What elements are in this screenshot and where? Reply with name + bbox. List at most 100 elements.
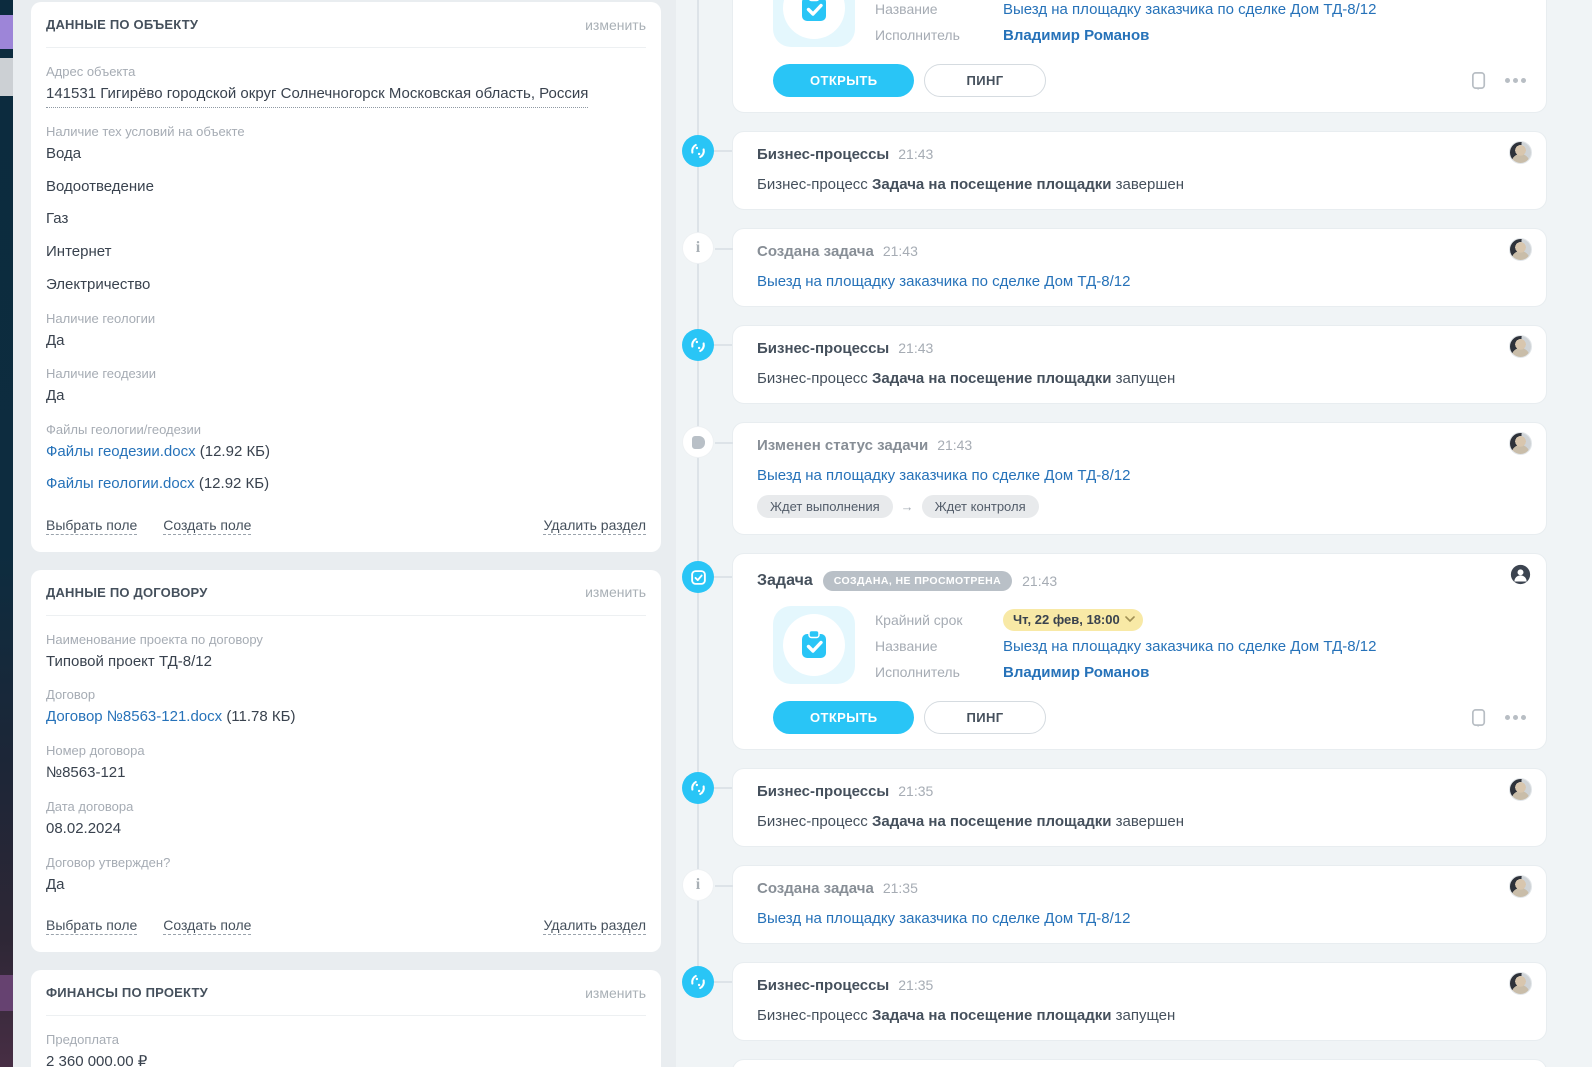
avatar-generic-person[interactable]	[1509, 563, 1532, 586]
entry-title: Задача	[757, 572, 813, 589]
ellipsis-icon[interactable]	[1505, 78, 1526, 83]
field-label: Название	[875, 638, 938, 654]
deadline-pill[interactable]: Чт, 22 фев, 18:00	[1003, 609, 1143, 631]
task-name-link[interactable]: Выезд на площадку заказчика по сделке До…	[1003, 1, 1376, 18]
edit-section-link[interactable]: изменить	[585, 985, 646, 1001]
assignee-link[interactable]: Владимир Романов	[1003, 27, 1149, 44]
section-title: ДАННЫЕ ПО ОБЪЕКТУ	[46, 17, 199, 32]
file-link[interactable]: Файлы геологии.docx	[46, 475, 195, 492]
create-field-link[interactable]: Создать поле	[163, 917, 252, 936]
timeline-entry-task: Задача ЗАВЕРШЕНА 21:35	[732, 1059, 1547, 1067]
entry-time: 21:43	[898, 340, 934, 356]
section-object-data: ДАННЫЕ ПО ОБЪЕКТУ изменить Адрес объекта…	[31, 2, 661, 552]
ellipsis-icon[interactable]	[1505, 715, 1526, 720]
select-field-link[interactable]: Выбрать поле	[46, 517, 138, 535]
field-value: 2 360 000.00 ₽	[46, 1053, 148, 1067]
task-big-icon	[773, 606, 855, 684]
field-value: №8563-121	[46, 764, 126, 781]
field-value: Интернет	[46, 243, 112, 260]
field-label: Наличие геологии	[46, 310, 156, 326]
field-value: Электричество	[46, 275, 151, 293]
entry-title: Изменен статус задачи	[757, 437, 929, 454]
entry-time: 21:43	[882, 243, 918, 259]
entry-body: Бизнес-процесс Задача на посещение площа…	[757, 176, 1185, 193]
file-row: Файлы геодезии.docx (12.92 КБ)	[46, 443, 646, 462]
nav-item-marker[interactable]	[0, 58, 13, 96]
timeline-entry-business-process: Бизнес-процессы 21:35 Бизнес-процесс Зад…	[682, 768, 1547, 847]
nav-item-active-marker[interactable]	[0, 15, 13, 49]
edit-section-link[interactable]: изменить	[585, 17, 646, 33]
field-label: Исполнитель	[875, 664, 960, 680]
file-link[interactable]: Файлы геодезии.docx	[46, 443, 196, 460]
timeline: Название Выезд на площадку заказчика по …	[682, 0, 1547, 1067]
collapsed-left-nav[interactable]	[0, 0, 13, 1067]
arrow-right-icon: →	[900, 499, 914, 514]
process-sync-icon	[682, 966, 732, 998]
field-label: Адрес объекта	[46, 64, 136, 79]
file-size: (12.92 КБ)	[199, 443, 271, 460]
person-icon	[1510, 564, 1531, 585]
task-name-link[interactable]: Выезд на площадку заказчика по сделке До…	[757, 910, 1130, 927]
section-contract-data: ДАННЫЕ ПО ДОГОВОРУ изменить Наименование…	[31, 569, 661, 953]
avatar[interactable]	[1509, 141, 1532, 164]
avatar[interactable]	[1509, 778, 1532, 801]
field-label: Договор	[46, 687, 96, 703]
entry-time: 21:43	[1022, 573, 1058, 589]
file-link[interactable]: Договор №8563-121.docx	[46, 708, 222, 725]
entry-time: 21:35	[882, 880, 918, 896]
ping-button[interactable]: ПИНГ	[924, 701, 1046, 734]
avatar[interactable]	[1509, 335, 1532, 358]
avatar[interactable]	[1509, 432, 1532, 455]
open-task-button[interactable]: ОТКРЫТЬ	[773, 701, 915, 734]
assignee-link[interactable]: Владимир Романов	[1003, 664, 1149, 681]
create-field-link[interactable]: Создать поле	[163, 517, 252, 535]
deal-details-panel: ДАННЫЕ ПО ОБЪЕКТУ изменить Адрес объекта…	[13, 0, 676, 1067]
delete-section-link[interactable]: Удалить раздел	[543, 517, 646, 535]
task-check-icon	[682, 561, 732, 593]
process-sync-icon	[682, 772, 732, 804]
timeline-entry-business-process: Бизнес-процессы 21:43 Бизнес-процесс Зад…	[682, 325, 1547, 404]
field-value: Газ	[46, 210, 69, 228]
entry-body: Бизнес-процесс Задача на посещение площа…	[757, 813, 1185, 830]
status-badge-from: Ждет выполнения	[757, 495, 893, 518]
select-field-link[interactable]: Выбрать поле	[46, 917, 138, 936]
open-task-button[interactable]: ОТКРЫТЬ	[773, 64, 915, 97]
field-label: Наличие геодезии	[46, 366, 156, 382]
field-label: Дата договора	[46, 798, 134, 814]
field-value: Водоотведение	[46, 177, 154, 195]
entry-title: Бизнес-процессы	[757, 146, 890, 163]
comment-bubble-icon[interactable]	[1470, 71, 1489, 90]
field-label: Договор утвержден?	[46, 854, 171, 870]
ping-button[interactable]: ПИНГ	[924, 64, 1046, 97]
task-name-link[interactable]: Выезд на площадку заказчика по сделке До…	[757, 273, 1130, 290]
timeline-entry-task-created: i Создана задача 21:43 Выезд на площадку…	[682, 228, 1547, 307]
section-title: ДАННЫЕ ПО ДОГОВОРУ	[46, 584, 208, 600]
file-size: (11.78 КБ)	[226, 708, 296, 726]
timeline-entry-task-created: i Создана задача 21:35 Выезд на площадку…	[682, 865, 1547, 944]
comment-bubble-icon[interactable]	[1470, 708, 1489, 727]
field-label: Название	[875, 1, 938, 17]
avatar[interactable]	[1509, 972, 1532, 995]
task-name-link[interactable]: Выезд на площадку заказчика по сделке До…	[757, 467, 1130, 484]
timeline-entry-task: Название Выезд на площадку заказчика по …	[732, 0, 1547, 113]
address-editable-value[interactable]: 141531 Гигирёво городской округ Солнечно…	[46, 85, 589, 108]
avatar[interactable]	[1509, 875, 1532, 898]
field-label: Крайний срок	[875, 612, 963, 628]
entry-time: 21:43	[898, 146, 934, 162]
avatar[interactable]	[1509, 238, 1532, 261]
info-icon: i	[682, 869, 733, 901]
process-sync-icon	[682, 329, 732, 361]
edit-section-link[interactable]: изменить	[585, 584, 646, 600]
delete-section-link[interactable]: Удалить раздел	[543, 917, 646, 936]
process-sync-icon	[682, 135, 732, 167]
field-value: Да	[46, 331, 65, 349]
timeline-entry-status-changed: Изменен статус задачи 21:43 Выезд на пло…	[682, 422, 1547, 535]
entry-time: 21:43	[937, 437, 973, 453]
entry-body: Бизнес-процесс Задача на посещение площа…	[757, 1007, 1176, 1024]
timeline-entry-business-process: Бизнес-процессы 21:35 Бизнес-процесс Зад…	[682, 962, 1547, 1041]
field-value: Да	[46, 387, 65, 405]
chevron-down-icon	[1124, 616, 1135, 623]
task-name-link[interactable]: Выезд на площадку заказчика по сделке До…	[1003, 638, 1376, 655]
field-label: Предоплата	[46, 1032, 119, 1048]
field-value: Вода	[46, 144, 82, 162]
